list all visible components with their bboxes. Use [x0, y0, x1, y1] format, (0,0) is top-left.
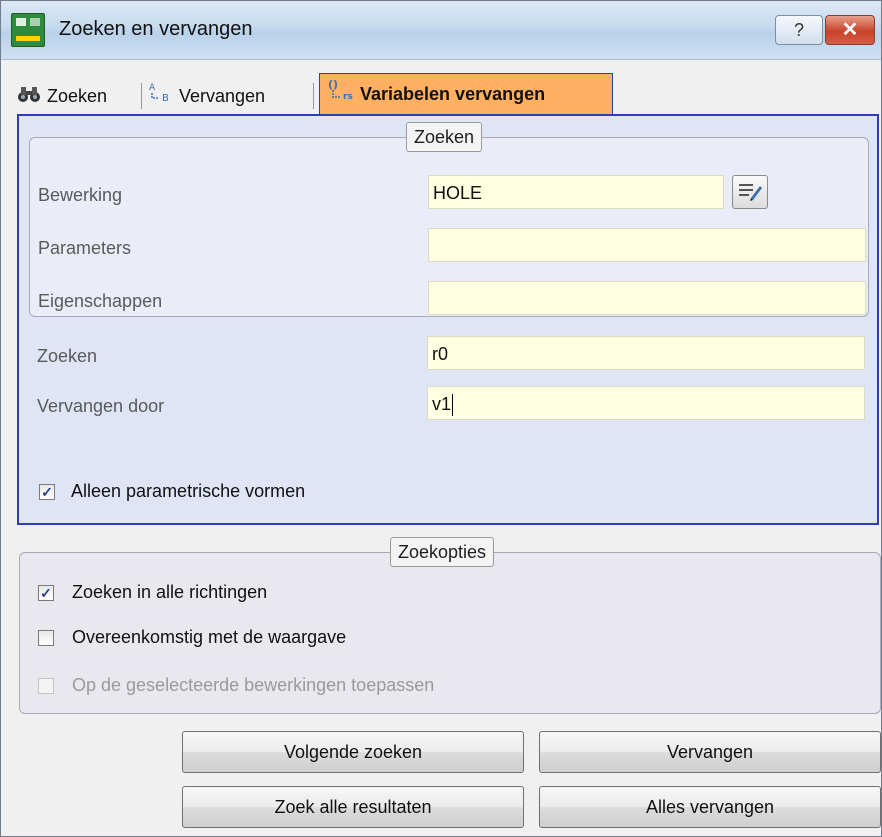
tab-variable-replace[interactable]: () rs Variabelen vervangen — [319, 73, 613, 115]
apply-selected-checkbox — [38, 678, 54, 694]
tab-variable-replace-label: Variabelen vervangen — [360, 84, 546, 104]
tab-search-label: Zoeken — [47, 86, 108, 106]
replace-variables-icon: () rs — [328, 75, 354, 115]
list-edit-icon — [733, 184, 767, 212]
parameters-field[interactable] — [428, 228, 866, 262]
svg-text:rs: rs — [343, 92, 353, 101]
binoculars-icon — [17, 80, 41, 114]
replace-with-label: Vervangen door — [37, 396, 165, 416]
title-bar: Zoeken en vervangen ? ✕ — [1, 1, 881, 60]
search-group-title: Zoeken — [406, 122, 483, 152]
tab-search[interactable]: Zoeken — [17, 79, 107, 113]
help-button[interactable]: ? — [775, 15, 823, 45]
find-field[interactable]: r0 — [427, 336, 865, 370]
search-group: Zoeken Bewerking HOLE Parameters Eigensc… — [29, 122, 869, 317]
replace-with-value: v1 — [432, 394, 452, 414]
window-title: Zoeken en vervangen — [59, 18, 253, 40]
tab-replace-label: Vervangen — [179, 86, 266, 106]
find-label: Zoeken — [37, 346, 98, 366]
svg-text:B: B — [162, 93, 169, 103]
tab-replace[interactable]: A B Vervangen — [149, 79, 265, 113]
match-display-checkbox[interactable] — [38, 630, 54, 646]
variable-replace-panel: Zoeken Bewerking HOLE Parameters Eigensc… — [17, 114, 879, 525]
tab-divider — [141, 83, 142, 109]
operation-field[interactable]: HOLE — [428, 175, 724, 209]
find-next-button[interactable]: Volgende zoeken — [182, 731, 524, 773]
close-icon: ✕ — [841, 19, 859, 41]
operation-label: Bewerking — [38, 185, 123, 205]
search-options-group: Zoekopties ✓ Zoeken in alle richtingen O… — [19, 537, 881, 714]
svg-text:A: A — [149, 83, 156, 93]
replace-all-button[interactable]: Alles vervangen — [539, 786, 881, 828]
replace-button[interactable]: Vervangen — [539, 731, 881, 773]
replace-ab-icon: A B — [149, 80, 173, 114]
parameters-label: Parameters — [38, 238, 132, 258]
parametric-only-checkbox[interactable]: ✓ — [39, 484, 55, 500]
close-button[interactable]: ✕ — [825, 15, 875, 45]
match-display-label: Overeenkomstig met de waargave — [72, 627, 347, 647]
properties-field[interactable] — [428, 281, 866, 315]
properties-label: Eigenschappen — [38, 291, 163, 311]
operation-picker-button[interactable] — [732, 175, 768, 209]
find-replace-dialog: Zoeken en vervangen ? ✕ Zoeken A B Verva… — [0, 0, 882, 837]
search-options-title: Zoekopties — [390, 537, 495, 567]
app-icon — [11, 13, 45, 47]
apply-selected-label: Op de geselecteerde bewerkingen toepasse… — [72, 675, 435, 695]
svg-text:(): () — [328, 78, 338, 91]
replace-with-field[interactable]: v1 — [427, 386, 865, 420]
text-cursor — [452, 394, 454, 417]
search-all-directions-checkbox[interactable]: ✓ — [38, 585, 54, 601]
search-all-directions-label: Zoeken in alle richtingen — [72, 582, 268, 602]
parametric-only-label: Alleen parametrische vormen — [71, 481, 306, 501]
help-icon: ? — [793, 20, 804, 40]
find-all-button[interactable]: Zoek alle resultaten — [182, 786, 524, 828]
tab-strip: Zoeken A B Vervangen () rs Variabelen ve… — [17, 73, 877, 115]
tab-divider — [313, 83, 314, 109]
